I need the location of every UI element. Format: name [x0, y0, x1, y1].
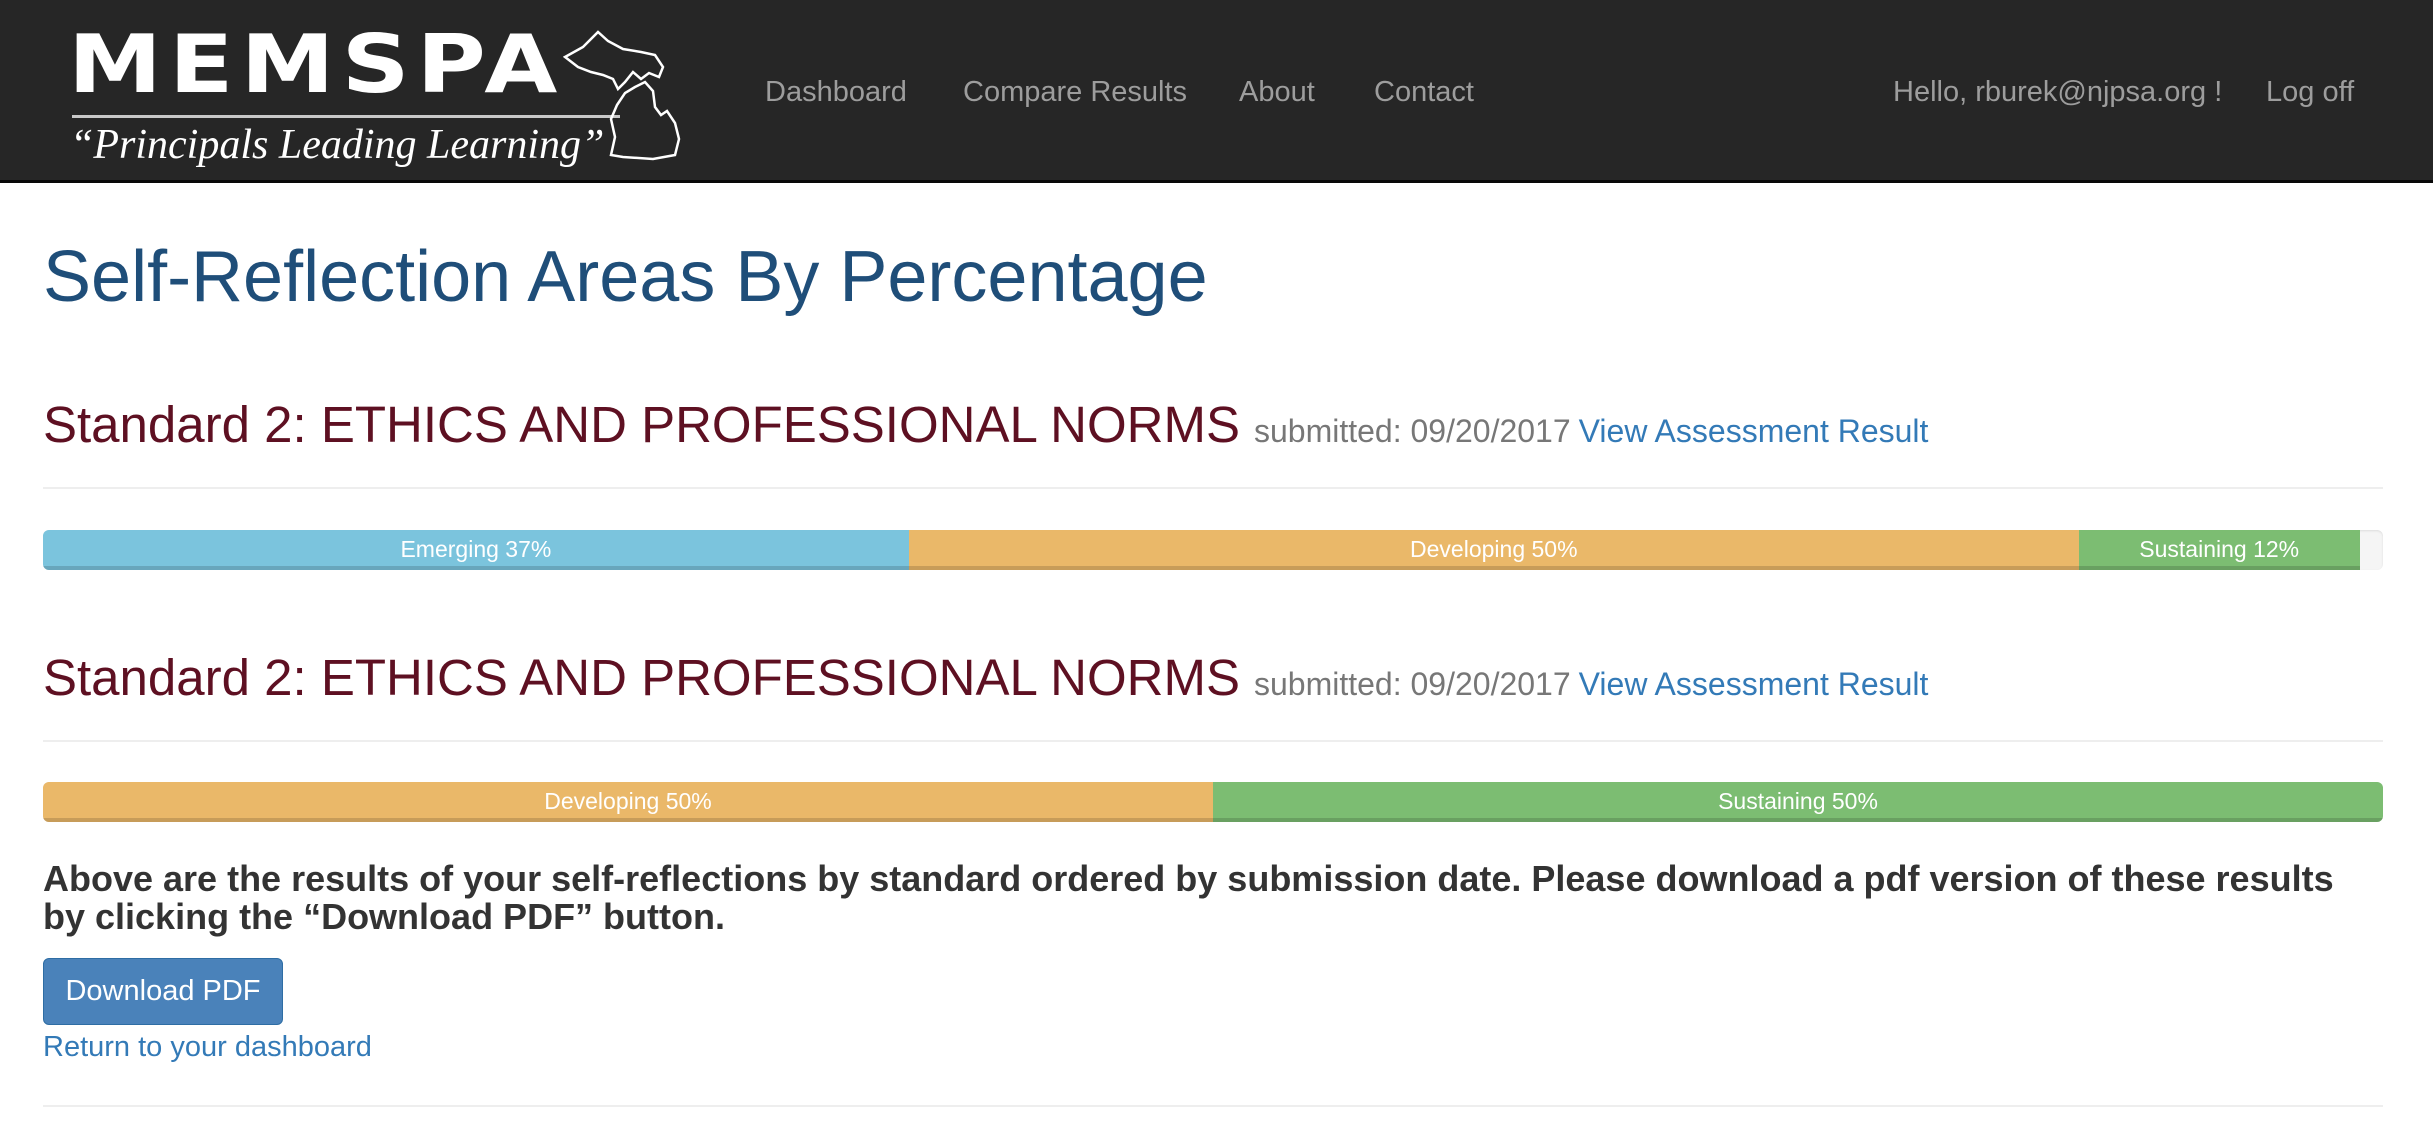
progress-segment-emerging: Emerging 37% [43, 530, 909, 570]
view-assessment-link[interactable]: View Assessment Result [1579, 666, 1929, 702]
logo-rule [72, 115, 620, 118]
navbar: MEMSPA “Principals Leading Learning” Das… [0, 0, 2433, 183]
standard-title: Standard 2: ETHICS AND PROFESSIONAL NORM… [43, 649, 1240, 706]
user-greeting[interactable]: Hello, rburek@njpsa.org ! [1893, 72, 2222, 112]
nav-contact[interactable]: Contact [1374, 72, 1474, 112]
page-title: Self-Reflection Areas By Percentage [43, 237, 1208, 317]
standard-heading: Standard 2: ETHICS AND PROFESSIONAL NORM… [43, 648, 1928, 714]
download-pdf-button[interactable]: Download PDF [43, 958, 283, 1025]
nav-about[interactable]: About [1239, 72, 1315, 112]
progress-bar: Emerging 37% Developing 50% Sustaining 12% [43, 530, 2383, 570]
logo-tagline: “Principals Leading Learning” [70, 122, 605, 168]
footer-divider [43, 1105, 2383, 1107]
divider [43, 740, 2383, 742]
logoff-link[interactable]: Log off [2266, 72, 2354, 112]
submitted-date: submitted: 09/20/2017 [1253, 666, 1571, 702]
standard-heading: Standard 2: ETHICS AND PROFESSIONAL NORM… [43, 395, 1928, 461]
progress-segment-developing: Developing 50% [908, 530, 2079, 570]
divider [43, 487, 2383, 489]
return-dashboard-link[interactable]: Return to your dashboard [43, 1030, 372, 1064]
progress-segment-developing: Developing 50% [43, 782, 1213, 822]
view-assessment-link[interactable]: View Assessment Result [1579, 413, 1929, 449]
logo-wordmark: MEMSPA [68, 18, 565, 111]
michigan-map-icon [563, 30, 681, 161]
standard-title: Standard 2: ETHICS AND PROFESSIONAL NORM… [43, 396, 1240, 453]
results-description: Above are the results of your self-refle… [43, 858, 2334, 937]
progress-bar: Developing 50% Sustaining 50% [43, 782, 2383, 822]
nav-dashboard[interactable]: Dashboard [765, 72, 907, 112]
progress-segment-sustaining: Sustaining 12% [2078, 530, 2360, 570]
nav-compare-results[interactable]: Compare Results [963, 72, 1187, 112]
progress-segment-sustaining: Sustaining 50% [1213, 782, 2383, 822]
logo[interactable]: MEMSPA “Principals Leading Learning” [68, 18, 708, 167]
submitted-date: submitted: 09/20/2017 [1253, 413, 1571, 449]
